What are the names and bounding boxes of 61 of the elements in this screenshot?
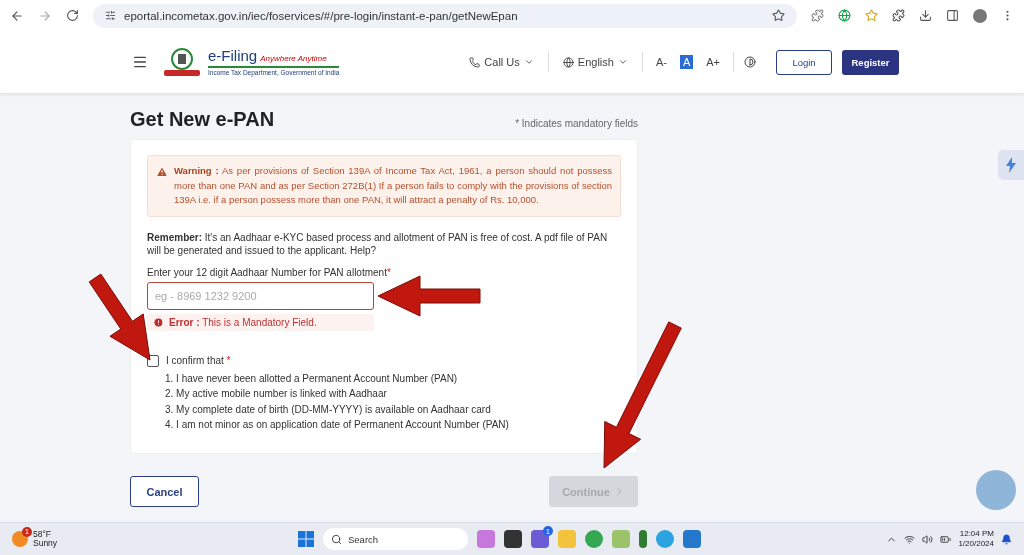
back-icon[interactable] bbox=[10, 8, 24, 23]
download-icon[interactable] bbox=[919, 9, 932, 22]
url-text: eportal.incometax.gov.in/iec/foservices/#/pre-login/instant-e-pan/getNewEpan bbox=[124, 9, 519, 22]
menu-icon[interactable] bbox=[132, 54, 148, 70]
search-icon bbox=[331, 533, 342, 545]
error-text: Error : This is a Mandatory Field. bbox=[169, 316, 317, 328]
profile-avatar[interactable] bbox=[973, 8, 987, 23]
field-label: Enter your 12 digit Aadhaar Number for PAN allotment* bbox=[147, 266, 392, 278]
weather-condition: Sunny bbox=[33, 539, 58, 549]
bell-icon[interactable] bbox=[1001, 533, 1012, 545]
warning-icon bbox=[156, 166, 168, 178]
windows-start-icon[interactable] bbox=[298, 531, 314, 547]
warning-text: Warning : As per provisions of Section 139A of Income Tax Act, 1961, a person should not possess more than one PAN and as per Section 272B(1) If a person fails to comply with the provisions of section 139A i.e. if a person possess more than one PAN, it will attract a penalty of Rs. 10,000. bbox=[174, 164, 612, 207]
taskbar-clock[interactable]: 12:04 PM 1/20/2024 bbox=[958, 528, 994, 550]
error-icon bbox=[153, 316, 164, 328]
logo-tagline: Anywhere Anytime bbox=[260, 53, 327, 63]
extension-icon[interactable] bbox=[811, 9, 824, 22]
emblem-logo-icon bbox=[162, 46, 202, 78]
aadhaar-input-field[interactable]: eg - 8969 1232 9200 bbox=[147, 281, 374, 310]
wifi-icon[interactable] bbox=[904, 533, 916, 545]
chevron-down-icon bbox=[617, 57, 628, 67]
confirmation-item: 2. My active mobile number is linked with Aadhaar bbox=[165, 387, 388, 400]
temperature-text: 58°F bbox=[33, 529, 53, 539]
login-button[interactable]: Login bbox=[776, 49, 832, 75]
phone-icon bbox=[469, 56, 481, 68]
taskbar-search-field[interactable]: Search bbox=[323, 528, 468, 550]
register-button[interactable]: Register bbox=[842, 49, 899, 75]
search-placeholder: Search bbox=[348, 533, 379, 545]
language-menu[interactable]: English bbox=[558, 56, 632, 68]
volume-icon[interactable] bbox=[922, 533, 934, 545]
battery-icon[interactable] bbox=[940, 533, 952, 545]
font-size-button[interactable]: A+ bbox=[703, 55, 723, 69]
font-size-button[interactable]: A bbox=[679, 55, 694, 69]
cancel-button[interactable]: Cancel bbox=[130, 476, 199, 507]
side-widget-tab[interactable] bbox=[998, 150, 1024, 180]
bookmark-star-icon[interactable] bbox=[772, 9, 785, 22]
font-size-button[interactable]: A- bbox=[652, 55, 670, 69]
forward-icon[interactable] bbox=[38, 8, 52, 23]
extension-icon[interactable] bbox=[865, 9, 878, 22]
confirmation-item: 4. I am not minor as on application date of Permanent Account Number (PAN) bbox=[165, 418, 510, 431]
taskbar-app-icon[interactable] bbox=[639, 530, 647, 548]
remember-text: Remember: It's an Aadhaar e-KYC based process and allotment of PAN is free of cost. A pdf file of PAN will be generated and issued to the applicant. Help? bbox=[147, 230, 609, 258]
site-settings-icon[interactable] bbox=[105, 10, 116, 21]
contrast-icon[interactable] bbox=[744, 56, 756, 68]
extensions-puzzle-icon[interactable] bbox=[892, 9, 905, 22]
call-us-menu[interactable]: Call Us bbox=[465, 56, 538, 68]
page-title: Get New e-PAN bbox=[130, 108, 275, 131]
reload-icon[interactable] bbox=[66, 9, 79, 22]
extension-icon[interactable] bbox=[838, 9, 851, 22]
address-bar[interactable]: eportal.incometax.gov.in/iec/foservices/#/pre-login/instant-e-pan/getNewEpan bbox=[93, 3, 797, 28]
help-link[interactable]: Help? bbox=[349, 245, 377, 256]
confirm-label: I confirm that * bbox=[166, 355, 231, 366]
globe-icon bbox=[562, 56, 574, 68]
logo-title: e-Filing bbox=[208, 46, 258, 64]
taskbar-app-icon[interactable] bbox=[504, 530, 522, 548]
mandatory-note: * Indicates mandatory fields bbox=[515, 118, 638, 129]
lightning-icon bbox=[1005, 157, 1017, 173]
side-panel-icon[interactable] bbox=[946, 9, 959, 22]
confirmation-item: 1. I have never been allotted a Permanent Account Number (PAN) bbox=[165, 371, 459, 385]
confirmation-item: 3. My complete date of birth (DD-MM-YYYY) is available on Aadhaar card bbox=[165, 402, 492, 416]
chevron-down-icon bbox=[523, 57, 534, 67]
